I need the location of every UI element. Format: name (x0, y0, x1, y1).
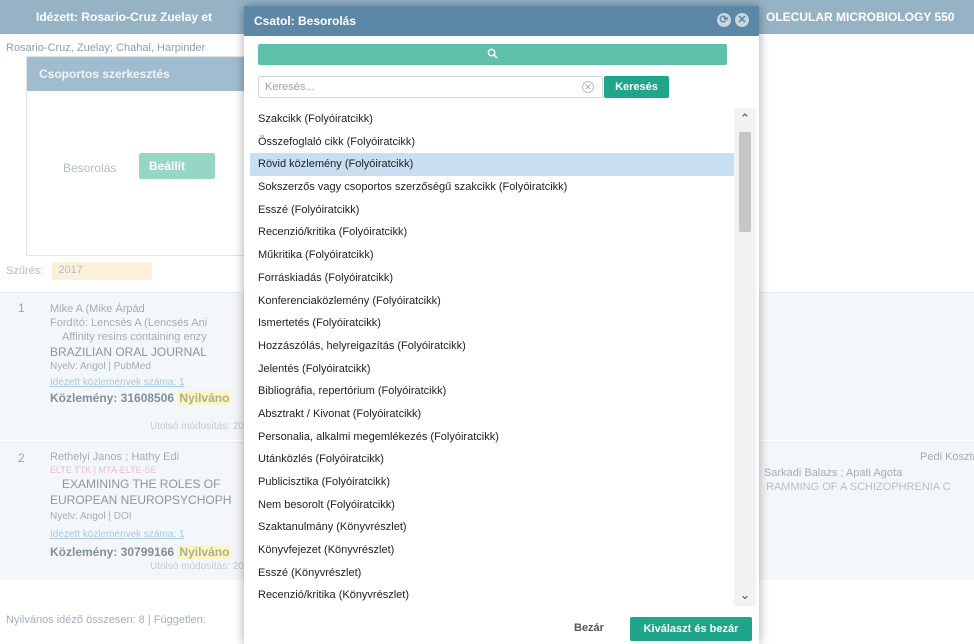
list-item[interactable]: Esszé (Folyóiratcikk) (250, 199, 734, 222)
search-input[interactable] (259, 77, 569, 97)
select-and-close-button[interactable]: Kiválaszt és bezár (630, 617, 752, 641)
close-icon[interactable]: ✕ (735, 13, 749, 27)
search-icon (487, 47, 498, 61)
list-item[interactable]: Hozzászólás, helyreigazítás (Folyóiratci… (250, 335, 734, 358)
list-item[interactable]: Könyvfejezet (Könyvrészlet) (250, 539, 734, 562)
scrollbar[interactable]: ⌃ ⌄ (734, 108, 756, 606)
list-item[interactable]: Personalia, alkalmi megemlékezés (Folyói… (250, 426, 734, 449)
restore-icon[interactable]: ⟳ (717, 13, 731, 27)
list-item[interactable]: Bibliográfia, repertórium (Folyóiratcikk… (250, 380, 734, 403)
scrollbar-thumb[interactable] (739, 132, 751, 232)
list-item[interactable]: Összefoglaló cikk (Folyóiratcikk) (250, 131, 734, 154)
list-item[interactable]: Szakcikk (Folyóiratcikk) (250, 108, 734, 131)
search-toggle-bar[interactable] (258, 44, 727, 65)
list-item[interactable]: Jelentés (Folyóiratcikk) (250, 358, 734, 381)
chevron-down-icon[interactable]: ⌄ (734, 586, 756, 604)
list-item[interactable]: Sokszerzős vagy csoportos szerzőségű sza… (250, 176, 734, 199)
list-item[interactable]: Műkritika (Folyóiratcikk) (250, 244, 734, 267)
modal-title: Csatol: Besorolás (254, 14, 357, 28)
list-item[interactable]: Rövid közlemény (Folyóiratcikk) (250, 153, 734, 177)
list-item[interactable]: Esszé (Könyvrészlet) (250, 562, 734, 585)
list-item[interactable]: Absztrakt / Kivonat (Folyóiratcikk) (250, 403, 734, 426)
clear-icon[interactable]: ✕ (582, 81, 594, 93)
search-field: ✕ (258, 76, 603, 98)
list-item[interactable]: Forráskiadás (Folyóiratcikk) (250, 267, 734, 290)
list-item[interactable]: Szaktanulmány (Könyvrészlet) (250, 516, 734, 539)
modal-header: Csatol: Besorolás ⟳ ✕ (244, 6, 759, 36)
list-item[interactable]: Nem besorolt (Folyóiratcikk) (250, 494, 734, 517)
list-item[interactable]: Recenzió/kritika (Könyvrészlet) (250, 584, 734, 606)
classification-modal: Csatol: Besorolás ⟳ ✕ ✕ Keresés Szakcikk… (244, 6, 759, 644)
close-button[interactable]: Bezár (574, 622, 604, 634)
list-item[interactable]: Publicisztika (Folyóiratcikk) (250, 471, 734, 494)
list-item[interactable]: Ismertetés (Folyóiratcikk) (250, 312, 734, 335)
classification-list: Szakcikk (Folyóiratcikk) Összefoglaló cik… (250, 108, 734, 606)
list-item[interactable]: Recenzió/kritika (Folyóiratcikk) (250, 221, 734, 244)
search-button[interactable]: Keresés (604, 76, 669, 98)
chevron-up-icon[interactable]: ⌃ (734, 110, 756, 128)
list-item[interactable]: Utánközlés (Folyóiratcikk) (250, 448, 734, 471)
list-item[interactable]: Konferenciaközlemény (Folyóiratcikk) (250, 290, 734, 313)
